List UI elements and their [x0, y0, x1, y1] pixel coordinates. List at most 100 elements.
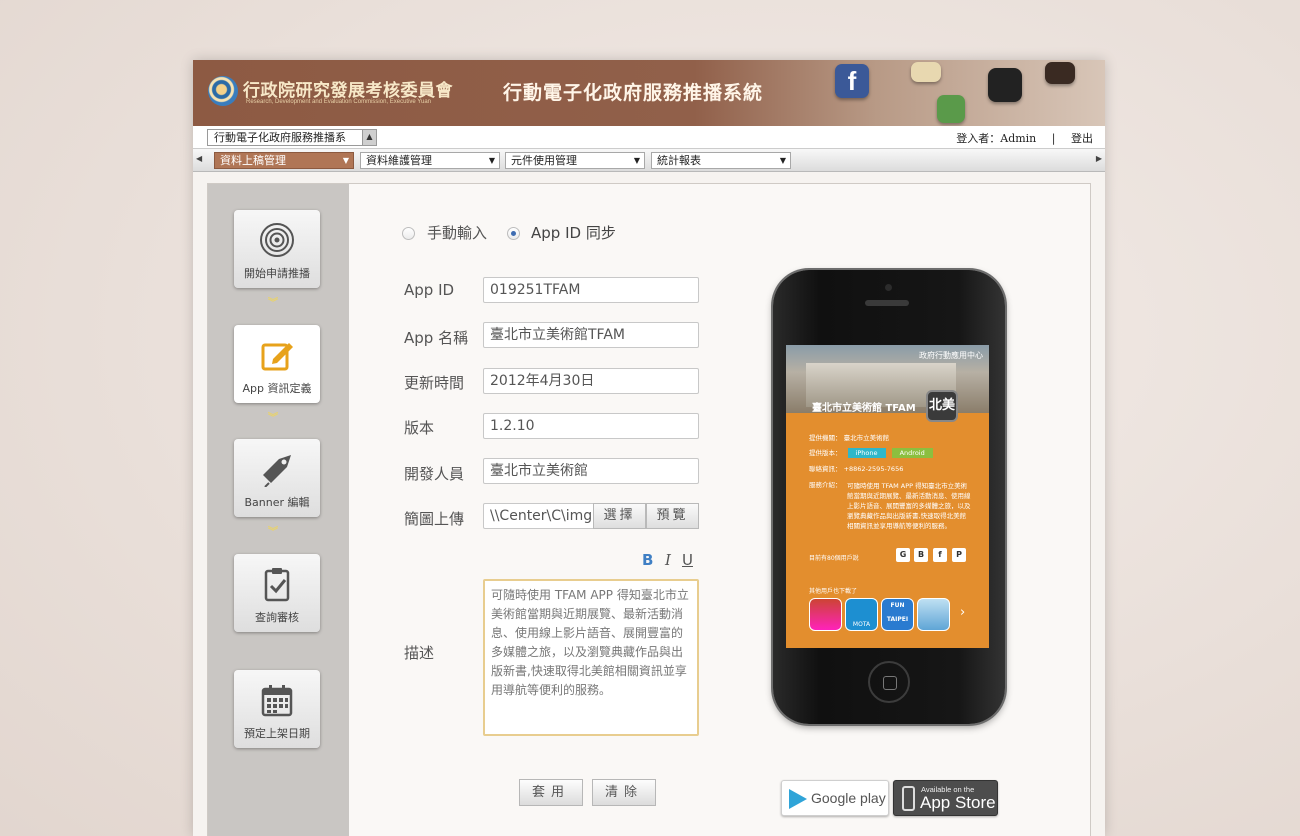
app-store-label: App Store	[920, 793, 996, 812]
step-banner-edit[interactable]: Banner 編輯	[234, 439, 320, 517]
google-play-label: Google play	[811, 790, 886, 806]
phone-camera	[885, 284, 892, 291]
chevron-up-icon[interactable]: ▲	[362, 130, 376, 145]
app-icon-deco	[988, 68, 1022, 102]
caret-down-icon: ▼	[488, 156, 495, 165]
step-start-apply[interactable]: 開始申請推播	[234, 210, 320, 288]
iphone-badge: iPhone	[847, 448, 886, 458]
mini-app-mota: MOTA	[845, 598, 878, 631]
field-label-app-id: App ID	[404, 281, 455, 299]
app-id-input[interactable]: 019251TFAM	[483, 277, 699, 303]
facebook-icon: f	[835, 64, 869, 98]
menu-statistics[interactable]: 統計報表 ▼	[651, 152, 791, 169]
italic-button[interactable]: I	[665, 551, 671, 569]
logout-link[interactable]: 登出	[1071, 132, 1093, 145]
radio-manual-input[interactable]	[402, 227, 415, 240]
radio-sync-label: App ID 同步	[531, 224, 616, 242]
blogger-icon: B	[914, 548, 928, 562]
clear-button[interactable]: 清除	[592, 779, 656, 806]
iphone-icon	[902, 786, 915, 811]
version-label: 提供版本：	[809, 449, 842, 457]
menu-data-upload[interactable]: 資料上稿管理 ▼	[214, 152, 354, 169]
preview-button[interactable]: 預覽	[646, 503, 699, 529]
step-sidebar: 開始申請推播 ︾ App 資訊定義 ︾ Banner 編輯 ︾ 查詢審核 預定上…	[208, 184, 349, 836]
developer-input[interactable]: 臺北市立美術館	[483, 458, 699, 484]
menu-label: 資料上稿管理	[220, 154, 286, 167]
app-name-input[interactable]: 臺北市立美術館TFAM	[483, 322, 699, 348]
step-label: 預定上架日期	[244, 727, 310, 740]
header-banner: 行政院研究發展考核委員會 Research, Development and E…	[193, 60, 1105, 126]
radio-manual-label: 手動輸入	[427, 224, 488, 242]
phone-preview: 政府行動應用中心 臺北市立美術館 TFAM 北美 提供機關： 臺北市立美術館 提…	[773, 270, 1005, 724]
chevron-down-icon: ︾	[268, 413, 278, 424]
login-label: 登入者：Admin	[956, 132, 1037, 145]
facebook-icon: f	[933, 548, 947, 562]
screen-contact-row: 聯絡資訊： +8862-2595-7656	[809, 463, 903, 473]
org-name: 行政院研究發展考核委員會	[243, 81, 453, 101]
chevron-down-icon: ︾	[268, 527, 278, 538]
google-play-badge[interactable]: Google play	[781, 780, 889, 816]
target-icon	[260, 223, 294, 257]
version-input[interactable]: 1.2.10	[483, 413, 699, 439]
mini-app-icon	[809, 598, 842, 631]
scroll-right-icon[interactable]: ▶	[1096, 154, 1102, 163]
step-query-review[interactable]: 查詢審核	[234, 554, 320, 632]
title-bar: 行動電子化政府服務推播系 ▲ 登入者：Admin | 登出	[193, 126, 1105, 149]
plurk-icon: P	[952, 548, 966, 562]
upload-path-input[interactable]: \\Center\C\img	[483, 503, 595, 529]
caret-down-icon: ▼	[779, 156, 786, 165]
service-label: 服務介紹：	[809, 481, 842, 489]
step-label: App 資訊定義	[242, 382, 312, 395]
scroll-left-icon[interactable]: ◀	[196, 154, 202, 163]
caret-down-icon: ▼	[633, 156, 640, 165]
chevron-down-icon: ︾	[268, 298, 278, 309]
radio-appid-sync[interactable]	[507, 227, 520, 240]
screen-version-row: 提供版本： iPhone Android	[809, 447, 933, 458]
phone-speaker	[865, 300, 909, 306]
underline-button[interactable]: U	[682, 551, 693, 569]
app-icon-deco	[1045, 62, 1075, 84]
divider: |	[1051, 132, 1056, 145]
app-icon-deco	[911, 62, 941, 82]
field-label-upload: 簡圖上傳	[404, 510, 465, 528]
user-area: 登入者：Admin | 登出	[956, 130, 1093, 146]
step-label: Banner 編輯	[244, 496, 310, 509]
apply-button[interactable]: 套用	[519, 779, 583, 806]
contact-label: 聯絡資訊：	[809, 465, 842, 473]
field-label-update-time: 更新時間	[404, 374, 465, 392]
system-title: 行動電子化政府服務推播系統	[503, 82, 764, 104]
calendar-icon	[261, 685, 293, 717]
service-description: 可隨時使用 TFAM APP 得知臺北市立美術館當期與近期展覽、最新活動消息、使…	[847, 482, 971, 530]
menu-bar: ◀ 資料上稿管理 ▼ 資料維護管理 ▼ 元件使用管理 ▼ 統計報表 ▼ ▶	[193, 149, 1105, 172]
step-schedule-date[interactable]: 預定上架日期	[234, 670, 320, 748]
main-content: 開始申請推播 ︾ App 資訊定義 ︾ Banner 編輯 ︾ 查詢審核 預定上…	[207, 183, 1091, 836]
choose-button[interactable]: 選擇	[593, 503, 646, 529]
menu-label: 資料維護管理	[366, 154, 432, 167]
mini-app-fun-taipei: FUN TAIPEI	[881, 598, 914, 631]
contact-value: +8862-2595-7656	[843, 465, 904, 473]
update-time-input[interactable]: 2012年4月30日	[483, 368, 699, 394]
field-label-developer: 開發人員	[404, 465, 465, 483]
menu-component-usage[interactable]: 元件使用管理 ▼	[505, 152, 645, 169]
google-icon: G	[896, 548, 910, 562]
step-app-info[interactable]: App 資訊定義	[234, 325, 320, 403]
app-logo: 北美	[926, 390, 958, 422]
users-count-text: 目前有80個用戶說	[809, 555, 859, 562]
chevron-right-icon: ›	[960, 605, 966, 620]
tag-icon	[263, 455, 291, 487]
other-downloads-text: 其他用戶也下載了	[809, 588, 858, 595]
app-window: 行政院研究發展考核委員會 Research, Development and E…	[193, 60, 1105, 836]
app-store-badge[interactable]: Available on the App Store	[893, 780, 998, 816]
app-icon-deco	[937, 95, 965, 123]
system-select[interactable]: 行動電子化政府服務推播系 ▲	[207, 129, 377, 146]
screen-header-text: 政府行動應用中心	[919, 351, 983, 360]
edit-icon	[261, 343, 293, 371]
caret-down-icon: ▼	[342, 156, 349, 165]
menu-data-maintenance[interactable]: 資料維護管理 ▼	[360, 152, 500, 169]
step-label: 開始申請推播	[244, 267, 310, 280]
field-label-description: 描述	[404, 644, 435, 662]
screen-app-name: 臺北市立美術館 TFAM	[812, 403, 916, 414]
field-label-version: 版本	[404, 419, 435, 437]
bold-button[interactable]: B	[642, 551, 653, 569]
description-textarea[interactable]: 可隨時使用 TFAM APP 得知臺北市立美術館當期與近期展覽、最新活動消息、使…	[483, 579, 699, 736]
